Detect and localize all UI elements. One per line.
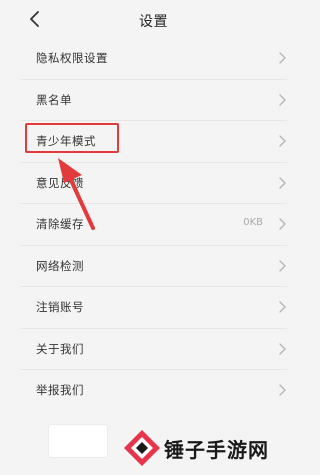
chevron-right-icon: [279, 135, 286, 147]
chevron-right-icon: [279, 301, 286, 313]
settings-item-delete-account[interactable]: 注销账号: [20, 287, 287, 329]
settings-item-teen-mode[interactable]: 青少年模式: [20, 121, 287, 163]
settings-item-label: 关于我们: [36, 341, 84, 356]
settings-item-label: 举报我们: [36, 383, 84, 397]
settings-item-about-us[interactable]: 关于我们: [20, 329, 287, 370]
settings-item-label: 青少年模式: [36, 134, 96, 148]
chevron-right-icon: [279, 52, 286, 64]
settings-item-label: 意见反馈: [36, 175, 84, 190]
watermark-logo-icon: [124, 430, 160, 466]
settings-item-label: 隐私权限设置: [36, 51, 108, 65]
watermark-text: 锤子手游网: [164, 438, 269, 462]
page-title: 设置: [139, 14, 168, 30]
chevron-right-icon: [279, 384, 286, 396]
settings-item-label: 黑名单: [36, 92, 72, 107]
chevron-right-icon: [279, 176, 286, 189]
chevron-right-icon: [279, 218, 286, 230]
chevron-right-icon: [279, 259, 286, 272]
settings-item-label: 网络检测: [36, 258, 84, 273]
settings-item-label: 清除缓存: [36, 217, 84, 231]
settings-item-feedback[interactable]: 意见反馈: [20, 163, 287, 204]
watermark: 锤子手游网: [122, 428, 302, 468]
settings-screen: 设置 隐私权限设置 黑名单 青少年模式 意见反馈 清除缓存 0KB 网络检测 注…: [0, 0, 307, 475]
chevron-right-icon: [279, 93, 286, 106]
cache-size-value: 0KB: [243, 217, 263, 228]
settings-item-label: 注销账号: [36, 300, 84, 314]
chevron-right-icon: [279, 342, 286, 355]
bottom-button[interactable]: [48, 424, 108, 458]
settings-item-privacy[interactable]: 隐私权限设置: [20, 38, 287, 80]
top-nav-bar: 设置: [0, 0, 307, 40]
settings-list: 隐私权限设置 黑名单 青少年模式 意见反馈 清除缓存 0KB 网络检测 注销账号: [20, 38, 287, 411]
settings-item-report-us[interactable]: 举报我们: [20, 370, 287, 411]
settings-item-network-check[interactable]: 网络检测: [20, 246, 287, 287]
settings-item-blacklist[interactable]: 黑名单: [20, 80, 287, 121]
settings-item-clear-cache[interactable]: 清除缓存 0KB: [20, 204, 287, 246]
